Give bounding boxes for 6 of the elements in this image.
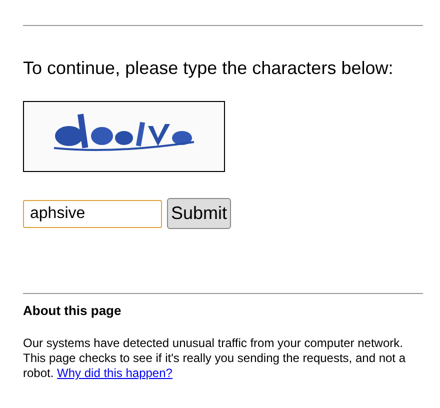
section-title: About this page <box>23 303 122 318</box>
heading: To continue, please type the characters below: <box>23 58 394 79</box>
why-link[interactable]: Why did this happen? <box>57 366 172 380</box>
submit-button[interactable]: Submit <box>167 198 232 229</box>
captcha-input[interactable]: aphsive <box>23 200 162 228</box>
explanation-text: Our systems have detected unusual traffic from your computer network. This page checks to see if it's really you sending the requests, and not a robot. Why did this happen? <box>23 336 407 381</box>
